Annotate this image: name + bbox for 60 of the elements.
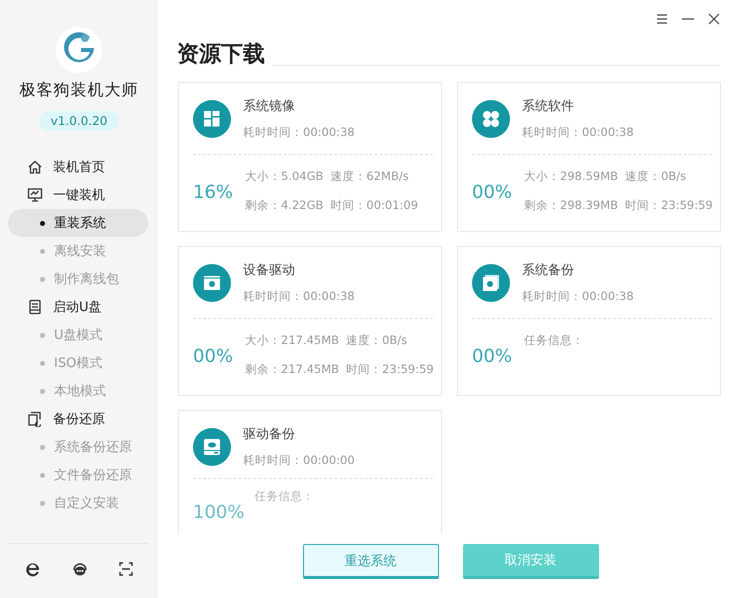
time-text: 时间：23:59:59: [625, 198, 713, 213]
time-text: 时间：23:59:59: [346, 362, 434, 377]
progress-percent: 00%: [193, 346, 234, 368]
sidebar-item[interactable]: U盘模式: [8, 321, 148, 349]
sidebar-item[interactable]: 重装系统: [8, 209, 148, 237]
sidebar-group[interactable]: 备份还原: [0, 405, 158, 433]
elapsed-time: 耗时时间：00:00:38: [243, 289, 355, 304]
card-title: 系统镜像: [243, 98, 296, 115]
app-name: 极客狗装机大师: [20, 80, 138, 101]
scan-icon[interactable]: [118, 561, 134, 577]
progress-percent: 100%: [193, 502, 244, 524]
home-icon: [27, 159, 43, 175]
sidebar-item[interactable]: ISO模式: [8, 349, 148, 377]
card-title: 系统备份: [522, 262, 575, 279]
card-title: 设备驱动: [243, 262, 296, 279]
sidebar-item[interactable]: 本地模式: [8, 377, 148, 405]
sidebar-group[interactable]: 装机首页: [0, 153, 158, 181]
page-title: 资源下载: [177, 42, 265, 68]
progress-percent: 00%: [472, 346, 514, 368]
task-info: 任务信息：: [254, 489, 314, 503]
elapsed-time: 耗时时间：00:00:00: [243, 453, 355, 468]
drive-icon: [27, 299, 43, 315]
sidebar-item[interactable]: 自定义安装: [8, 489, 148, 517]
sidebar-item[interactable]: 文件备份还原: [8, 461, 148, 489]
sidebar-group[interactable]: 一键装机: [0, 181, 158, 209]
sidebar-item[interactable]: 制作离线包: [8, 265, 148, 293]
logo-icon: [55, 26, 103, 74]
apps-icon: [472, 100, 510, 138]
remaining-text: 剩余：4.22GB: [245, 198, 324, 213]
time-text: 时间：00:01:09: [330, 198, 418, 213]
progress-percent: 16%: [193, 182, 234, 204]
elapsed-time: 耗时时间：00:00:38: [243, 125, 355, 140]
copy-icon: [472, 264, 510, 302]
hard-drive-icon: [193, 428, 231, 466]
speed-text: 速度：0B/s: [346, 333, 408, 348]
restore-icon: [27, 411, 43, 427]
remaining-text: 剩余：298.39MB: [524, 198, 618, 213]
size-text: 大小：298.59MB: [524, 169, 618, 184]
progress-percent: 00%: [472, 182, 514, 204]
speed-text: 速度：62MB/s: [330, 169, 410, 184]
card-title: 系统软件: [522, 98, 575, 115]
sidebar-item[interactable]: 离线安装: [8, 237, 148, 265]
elapsed-time: 耗时时间：00:00:38: [522, 125, 634, 140]
close-icon[interactable]: [707, 12, 721, 26]
speed-text: 速度：0B/s: [625, 169, 688, 184]
window-icon: [193, 264, 231, 302]
menu-icon[interactable]: [655, 12, 669, 26]
monitor-icon: [27, 187, 43, 203]
size-text: 大小：217.45MB: [245, 333, 340, 348]
version-badge: v1.0.0.20: [38, 111, 120, 131]
remaining-text: 剩余：217.45MB: [245, 362, 340, 377]
reselect-button[interactable]: 重选系统: [302, 544, 438, 579]
sidebar-group[interactable]: 启动U盘: [0, 293, 158, 321]
elapsed-time: 耗时时间：00:00:38: [522, 289, 634, 304]
sidebar-item[interactable]: 系统备份还原: [8, 433, 148, 461]
size-text: 大小：5.04GB: [245, 169, 324, 184]
card-title: 驱动备份: [243, 426, 296, 443]
task-info: 任务信息：: [524, 333, 584, 347]
cancel-button[interactable]: 取消安装: [462, 544, 598, 579]
windows-icon: [193, 100, 231, 138]
